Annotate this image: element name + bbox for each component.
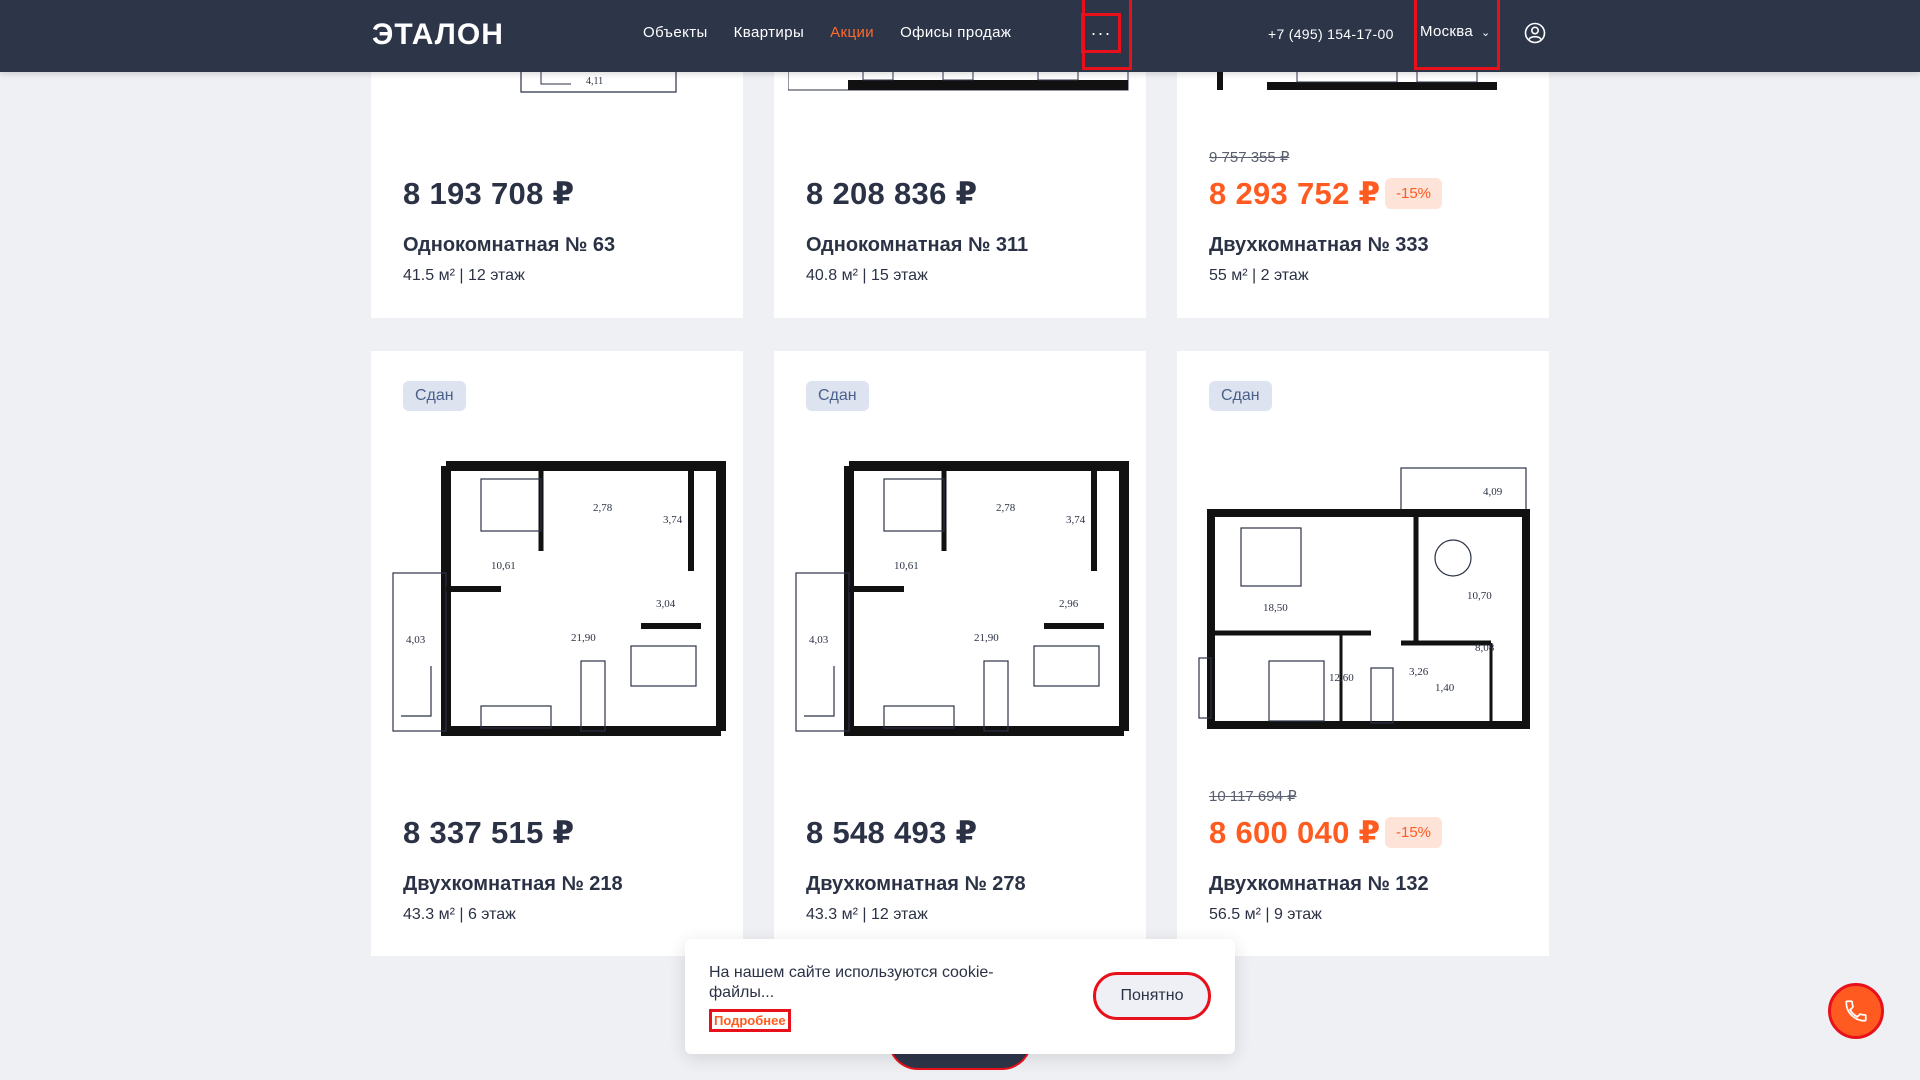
svg-text:4,03: 4,03 xyxy=(809,634,829,646)
svg-text:2,78: 2,78 xyxy=(996,502,1016,514)
discount-badge: -15% xyxy=(1385,817,1443,848)
price: 8 600 040 ₽ xyxy=(1209,815,1381,850)
svg-text:21,90: 21,90 xyxy=(974,632,999,644)
price: 8 293 752 ₽ xyxy=(1209,176,1381,211)
price: 8 208 836 ₽ xyxy=(806,176,978,211)
old-price: 9 757 355 ₽ xyxy=(1209,149,1290,166)
status-badge: Сдан xyxy=(1209,381,1272,411)
status-badge: Сдан xyxy=(806,381,869,411)
main-nav: Объекты Квартиры Акции Офисы продаж xyxy=(643,24,1037,41)
svg-text:4,09: 4,09 xyxy=(1483,486,1503,498)
svg-text:3,26: 3,26 xyxy=(1409,666,1429,678)
apartment-meta: 41.5 м² | 12 этаж xyxy=(403,267,525,284)
price: 8 193 708 ₽ xyxy=(403,176,575,211)
floor-plan: 10,61 2,78 3,74 3,04 4,03 21,90 xyxy=(392,461,726,736)
apartment-card[interactable]: Сдан 10,61 2,78 3,74 3,04 4,03 21,90 8 3… xyxy=(371,351,743,956)
apartment-title: Двухкомнатная № 218 xyxy=(403,873,623,895)
apartment-meta: 55 м² | 2 этаж xyxy=(1209,267,1309,284)
logo[interactable]: ЭТАЛОН xyxy=(372,18,504,52)
cookie-text: На нашем сайте используются cookie-файлы… xyxy=(709,964,994,1001)
nav-apartments[interactable]: Квартиры xyxy=(734,24,804,41)
phone-number[interactable]: +7 (495) 154-17-00 xyxy=(1268,26,1394,42)
nav-sales-offices[interactable]: Офисы продаж xyxy=(900,24,1011,41)
apartment-meta: 43.3 м² | 6 этаж xyxy=(403,906,516,923)
svg-text:4,11: 4,11 xyxy=(586,76,603,87)
apartment-meta: 43.3 м² | 12 этаж xyxy=(806,906,928,923)
apartment-meta: 40.8 м² | 15 этаж xyxy=(806,267,928,284)
svg-text:3,74: 3,74 xyxy=(1066,514,1086,526)
cookie-banner: На нашем сайте используются cookie-файлы… xyxy=(685,939,1235,1054)
price: 8 548 493 ₽ xyxy=(806,815,978,850)
apartment-title: Двухкомнатная № 132 xyxy=(1209,873,1429,895)
svg-text:2,96: 2,96 xyxy=(1059,598,1079,610)
svg-text:4,03: 4,03 xyxy=(406,634,426,646)
city-label: Москва xyxy=(1420,23,1474,40)
apartment-title: Двухкомнатная № 278 xyxy=(806,873,1026,895)
site-header: ЭТАЛОН Объекты Квартиры Акции Офисы прод… xyxy=(0,0,1920,72)
price: 8 337 515 ₽ xyxy=(403,815,575,850)
svg-text:3,04: 3,04 xyxy=(656,598,676,610)
svg-text:10,61: 10,61 xyxy=(894,560,919,572)
floor-plan: 4,11 xyxy=(520,70,677,93)
apartment-title: Однокомнатная № 63 xyxy=(403,234,616,256)
svg-text:10,70: 10,70 xyxy=(1467,590,1492,602)
apartment-title: Однокомнатная № 311 xyxy=(806,234,1029,256)
svg-text:12,60: 12,60 xyxy=(1329,672,1354,684)
svg-text:2,78: 2,78 xyxy=(593,502,613,514)
apartment-meta: 56.5 м² | 9 этаж xyxy=(1209,906,1322,923)
svg-text:21,90: 21,90 xyxy=(571,632,596,644)
more-menu-highlight xyxy=(1082,0,1132,70)
city-selector[interactable]: Москва ⌄ xyxy=(1414,0,1500,70)
cookie-accept-button[interactable]: Понятно xyxy=(1093,972,1211,1020)
svg-text:3,74: 3,74 xyxy=(663,514,683,526)
user-circle-icon[interactable] xyxy=(1524,22,1546,44)
apartment-title: Двухкомнатная № 333 xyxy=(1209,234,1429,256)
discount-badge: -15% xyxy=(1385,178,1443,209)
nav-objects[interactable]: Объекты xyxy=(643,24,708,41)
svg-text:10,61: 10,61 xyxy=(491,560,516,572)
phone-icon xyxy=(1845,1000,1867,1022)
svg-text:8,08: 8,08 xyxy=(1475,642,1495,654)
svg-text:18,50: 18,50 xyxy=(1263,602,1288,614)
old-price: 10 117 694 ₽ xyxy=(1209,788,1297,805)
cookie-more-link[interactable]: Подробнее xyxy=(709,1009,791,1032)
status-badge: Сдан xyxy=(403,381,466,411)
apartment-card[interactable]: Сдан 4,09 18,50 10,70 12,60 3,26 8,08 1,… xyxy=(1177,351,1549,956)
chevron-down-icon: ⌄ xyxy=(1481,27,1491,39)
svg-text:1,40: 1,40 xyxy=(1435,682,1455,694)
nav-promotions[interactable]: Акции xyxy=(830,24,874,41)
floor-plan: 4,09 18,50 10,70 12,60 3,26 8,08 1,40 xyxy=(1198,467,1530,729)
apartment-card[interactable]: Сдан 10,61 2,78 3,74 2,96 4,03 21,90 8 5… xyxy=(774,351,1146,956)
floor-plan: 10,61 2,78 3,74 2,96 4,03 21,90 xyxy=(795,461,1129,736)
call-button[interactable] xyxy=(1828,983,1884,1039)
